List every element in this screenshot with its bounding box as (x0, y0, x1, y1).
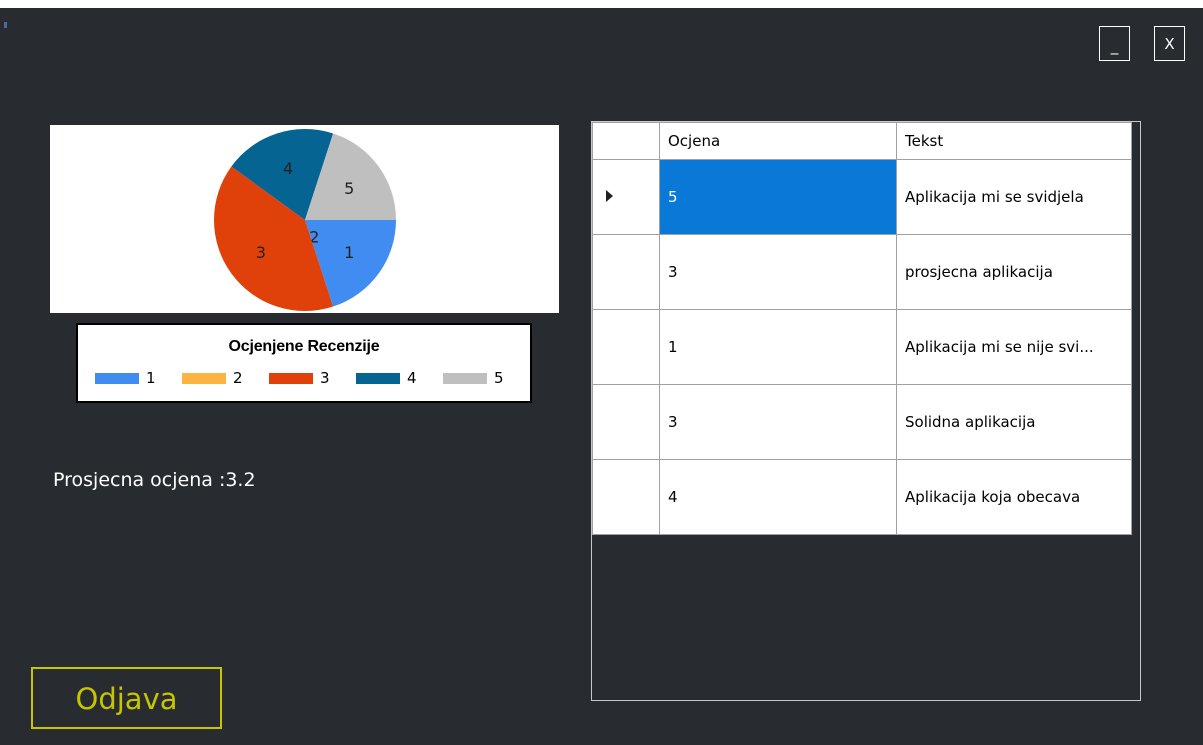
cell-ocjena[interactable]: 3 (659, 234, 897, 310)
minimize-label: _ (1110, 36, 1119, 55)
legend-label-3: 3 (320, 369, 330, 387)
legend-swatch-2 (182, 372, 226, 384)
close-button[interactable]: X (1154, 26, 1185, 61)
table-row[interactable]: 3 Solidna aplikacija (592, 384, 1132, 460)
legend-label-5: 5 (494, 369, 504, 387)
legend-label-4: 4 (407, 369, 417, 387)
pie-chart: 12345 (214, 129, 396, 311)
legend-item-4: 4 (356, 369, 443, 387)
row-header[interactable] (592, 384, 660, 460)
chart-legend: Ocjenjene Recenzije 1 2 3 4 5 (76, 323, 532, 403)
legend-title: Ocjenjene Recenzije (228, 338, 380, 355)
current-row-arrow-icon (606, 190, 613, 202)
table-row[interactable]: 3 prosjecna aplikacija (592, 234, 1132, 310)
table-row[interactable]: 1 Aplikacija mi se nije svi... (592, 309, 1132, 385)
close-label: X (1164, 34, 1175, 53)
pie-label-3: 3 (256, 243, 266, 262)
reviews-grid[interactable]: Ocjena Tekst 5 Aplikacija mi se svidjela 3… (591, 121, 1141, 701)
logout-label: Odjava (75, 682, 178, 716)
cell-tekst[interactable]: Aplikacija mi se svidjela (896, 159, 1132, 235)
legend-swatch-1 (95, 372, 139, 384)
cell-ocjena[interactable]: 1 (659, 309, 897, 385)
row-header[interactable] (592, 234, 660, 310)
column-header-tekst[interactable]: Tekst (896, 122, 1132, 160)
cell-tekst[interactable]: Aplikacija koja obecava (896, 459, 1132, 535)
cell-tekst[interactable]: Solidna aplikacija (896, 384, 1132, 460)
legend-item-5: 5 (443, 369, 530, 387)
row-header[interactable] (592, 309, 660, 385)
legend-items: 1 2 3 4 5 (95, 369, 530, 387)
legend-item-1: 1 (95, 369, 182, 387)
table-row[interactable]: 4 Aplikacija koja obecava (592, 459, 1132, 535)
window-icon (4, 22, 7, 28)
average-rating-text: Prosjecna ocjena :3.2 (53, 469, 256, 491)
legend-item-3: 3 (269, 369, 356, 387)
legend-label-1: 1 (146, 369, 156, 387)
cell-tekst[interactable]: prosjecna aplikacija (896, 234, 1132, 310)
logout-button[interactable]: Odjava (31, 667, 222, 729)
row-header[interactable] (592, 459, 660, 535)
legend-label-2: 2 (233, 369, 243, 387)
row-header[interactable] (592, 159, 660, 235)
row-header-corner (592, 122, 660, 160)
minimize-button[interactable]: _ (1099, 26, 1130, 61)
table-row[interactable]: 5 Aplikacija mi se svidjela (592, 159, 1132, 235)
pie-label-4: 4 (283, 159, 293, 178)
app-window: _ X 12345 Ocjenjene Recenzije 12345 Pros… (0, 8, 1203, 745)
legend-swatch-3 (269, 372, 313, 384)
cell-tekst[interactable]: Aplikacija mi se nije svi... (896, 309, 1132, 385)
reviews-table: Ocjena Tekst 5 Aplikacija mi se svidjela 3… (592, 122, 1132, 535)
cell-ocjena[interactable]: 3 (659, 384, 897, 460)
legend-item-2: 2 (182, 369, 269, 387)
cell-ocjena[interactable]: 4 (659, 459, 897, 535)
cell-ocjena[interactable]: 5 (659, 159, 897, 235)
header-row: Ocjena Tekst (592, 122, 1132, 160)
pie-label-5: 5 (344, 179, 354, 198)
legend-swatch-5 (443, 372, 487, 384)
column-header-ocjena[interactable]: Ocjena (659, 122, 897, 160)
legend-swatch-4 (356, 372, 400, 384)
pie-chart-area: 12345 (50, 125, 559, 313)
pie-label-1: 1 (344, 243, 354, 262)
